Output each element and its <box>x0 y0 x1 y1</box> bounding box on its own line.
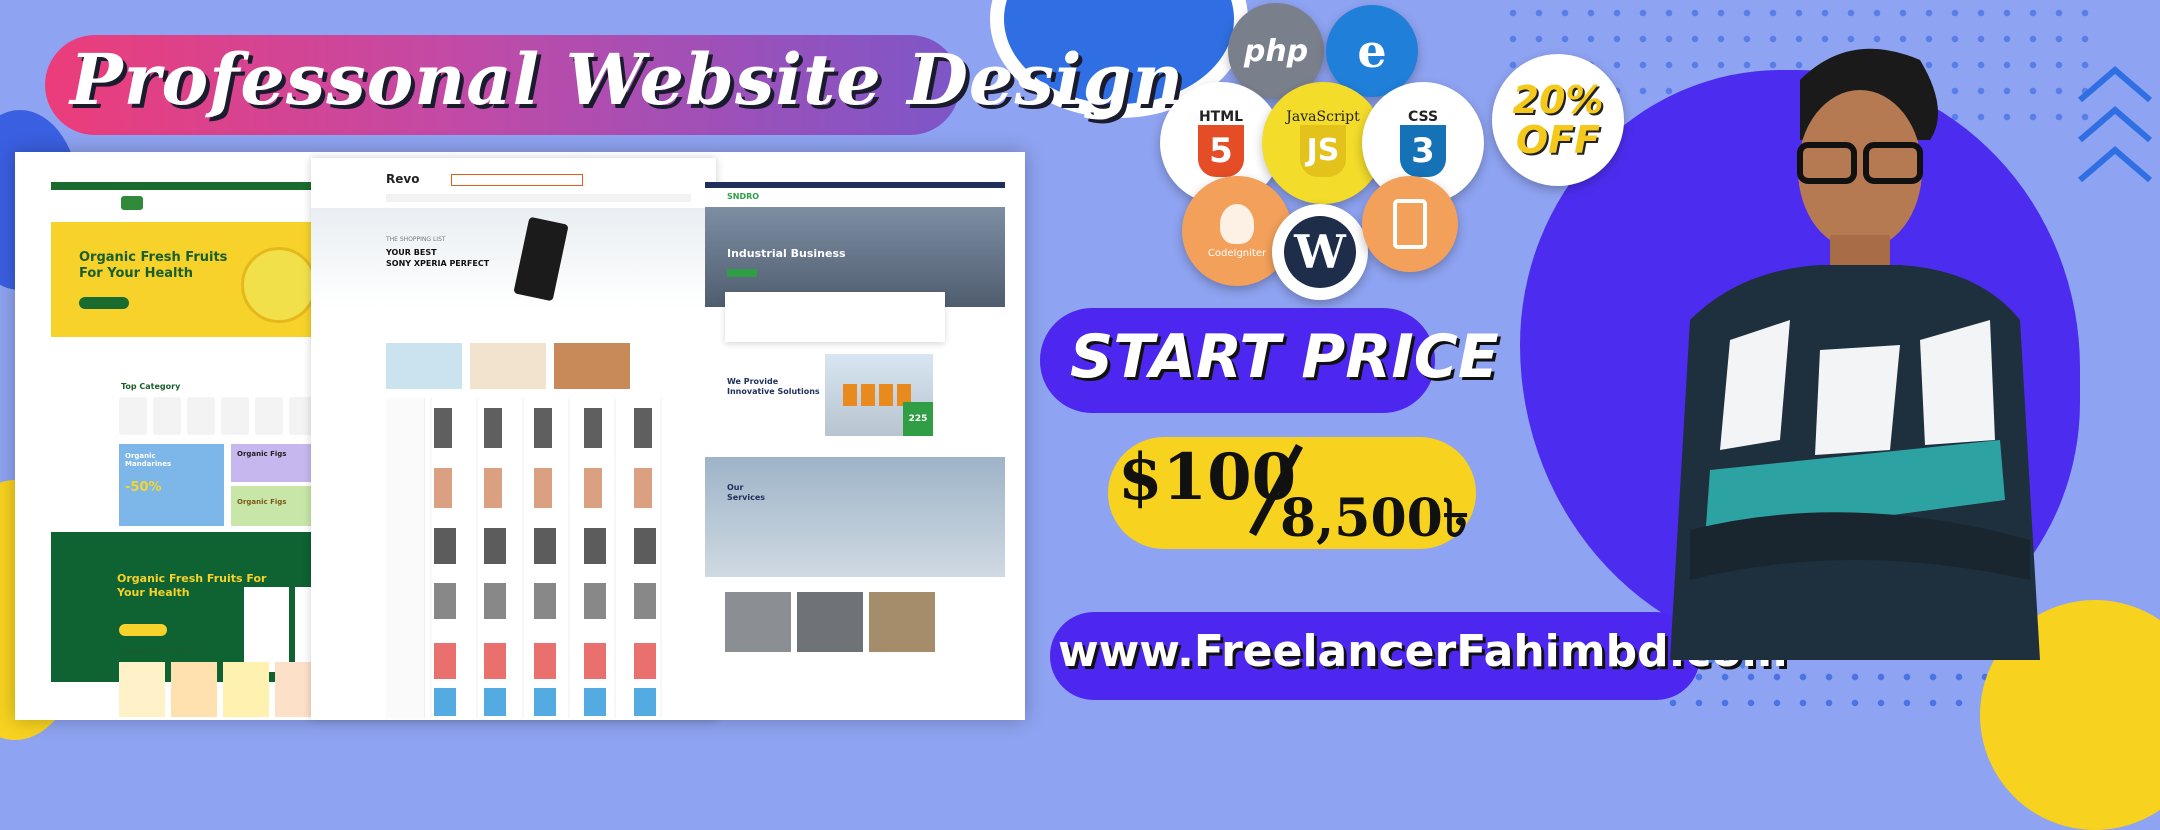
mock1-hero: Organic Fresh Fruits For Your Health <box>51 222 326 337</box>
service-card[interactable] <box>797 592 863 652</box>
mock1-green-line1: Organic Fresh Fruits For <box>117 572 267 585</box>
mock3-logo: SNDRO <box>727 192 760 201</box>
mock2-hero-phone <box>513 216 569 302</box>
service-card[interactable] <box>869 592 935 652</box>
mock3-provide-line2: Innovative Solutions <box>727 387 820 396</box>
mock1-hero-lemon <box>241 247 317 323</box>
ie-badge: e <box>1326 5 1418 97</box>
mock3-services-band: Our Services <box>705 457 1005 577</box>
mock1-hero-button[interactable] <box>79 297 129 309</box>
product-card[interactable] <box>223 662 269 717</box>
mockup-revo: Revo THE SHOPPING LIST YOUR BEST SONY XP… <box>311 158 716 720</box>
product-card[interactable] <box>119 662 165 717</box>
html-label: HTML <box>1198 109 1244 125</box>
mock3-topbar <box>705 182 1005 188</box>
mobile-badge <box>1362 176 1458 272</box>
codeigniter-flame-icon <box>1220 203 1254 244</box>
website-mockups: Organic Fresh Fruits For Your Health Top… <box>15 152 1025 720</box>
product-card[interactable] <box>171 662 217 717</box>
person-photo <box>1670 48 2040 660</box>
category-avocado[interactable] <box>255 397 283 435</box>
mock1-logo <box>121 196 143 210</box>
mock1-green-card <box>244 587 289 672</box>
mock3-services-line2: Services <box>727 493 766 502</box>
mock2-hero: THE SHOPPING LIST YOUR BEST SONY XPERIA … <box>311 208 716 308</box>
mock1-category-row <box>119 397 324 437</box>
codeigniter-label: CodeIgniter <box>1207 247 1267 259</box>
mobile-icon <box>1393 199 1427 249</box>
html5-shield-icon: 5 <box>1198 125 1244 177</box>
service-card[interactable] <box>725 592 791 652</box>
mock2-sidebar <box>386 398 425 718</box>
mock2-row-6 <box>434 688 684 716</box>
wordpress-icon: W <box>1284 216 1356 288</box>
css3-shield-icon: 3 <box>1400 125 1446 177</box>
mock2-product-grid <box>386 398 691 718</box>
css-label: CSS <box>1407 109 1439 125</box>
mock2-row-4 <box>434 583 684 619</box>
mock1-hero-line1: Organic Fresh Fruits <box>79 250 228 265</box>
mock2-hero-small: THE SHOPPING LIST <box>386 236 446 243</box>
mock2-row-1 <box>434 408 684 448</box>
decor-zigzag <box>2078 66 2152 183</box>
mock3-service-cards <box>725 592 985 662</box>
mock1-topbar <box>51 182 326 190</box>
discount-percent: 20% <box>1512 78 1604 122</box>
mock2-row-2 <box>434 468 684 508</box>
js-label: JavaScript <box>1286 109 1360 125</box>
mock1-promo-3: Organic Figs <box>237 498 287 506</box>
banner-title: Professonal Website Design <box>70 38 1185 121</box>
mock1-hero-title: Organic Fresh Fruits For Your Health <box>79 250 227 282</box>
mock3-provide-line1: We Provide <box>727 377 779 386</box>
mock2-logo: Revo <box>386 172 420 186</box>
mock1-green-button[interactable] <box>119 624 167 636</box>
wordpress-badge: W <box>1272 204 1368 300</box>
mockup-industrial: SNDRO Industrial Business We Provide Inn… <box>705 182 1005 720</box>
mock2-search[interactable] <box>451 174 583 186</box>
mock3-services-line1: Our <box>727 483 744 492</box>
discount-off: OFF <box>1515 118 1601 162</box>
mock3-tanks-image: 225 <box>825 354 933 436</box>
mock1-top-category: Top Category <box>121 382 181 391</box>
mock1-promo-blue: Organic Mandarines -50% <box>119 444 224 526</box>
category-broccoli[interactable] <box>153 397 181 435</box>
price-bdt: 8,500৳ <box>1280 488 1469 549</box>
mock2-banner[interactable] <box>386 343 462 389</box>
mock1-promo-2: Organic Figs <box>237 450 287 458</box>
mock2-hero-line2: SONY XPERIA PERFECT <box>386 259 490 268</box>
mock2-banner[interactable] <box>554 343 630 389</box>
category-lemon[interactable] <box>221 397 249 435</box>
category-banana[interactable] <box>187 397 215 435</box>
mock3-services: Our Services <box>727 483 765 503</box>
mock1-green-band: Organic Fresh Fruits For Your Health <box>51 532 326 682</box>
mock2-menu-bar <box>386 194 691 202</box>
mock1-promo-discount: -50% <box>125 480 162 495</box>
mock1-hero-line2: For Your Health <box>79 266 193 281</box>
php-label: php <box>1243 33 1309 69</box>
mockup-organic: Organic Fresh Fruits For Your Health Top… <box>51 182 326 720</box>
discount-badge: 20% OFF <box>1492 54 1624 186</box>
mock2-hero-line1: YOUR BEST <box>386 248 437 257</box>
mock3-provide: We Provide Innovative Solutions <box>727 377 820 397</box>
mock3-stat: 225 <box>903 402 933 436</box>
js-shield-icon: JS <box>1300 125 1346 177</box>
mock2-banners <box>386 343 686 389</box>
mock3-features <box>725 292 945 342</box>
mock3-hero-title: Industrial Business <box>727 247 846 260</box>
mock2-banner[interactable] <box>470 343 546 389</box>
mock2-row-3 <box>434 528 684 564</box>
mock1-product-row <box>119 662 326 717</box>
mock2-row-5 <box>434 643 684 679</box>
ie-icon: e <box>1357 24 1387 78</box>
category-apple[interactable] <box>119 397 147 435</box>
mock3-hero-button[interactable] <box>727 269 757 277</box>
start-price-label: START PRICE <box>1070 322 1499 392</box>
mock1-categories-title: Categories Product <box>121 647 197 655</box>
mock1-promo-1: Organic Mandarines <box>125 452 172 468</box>
